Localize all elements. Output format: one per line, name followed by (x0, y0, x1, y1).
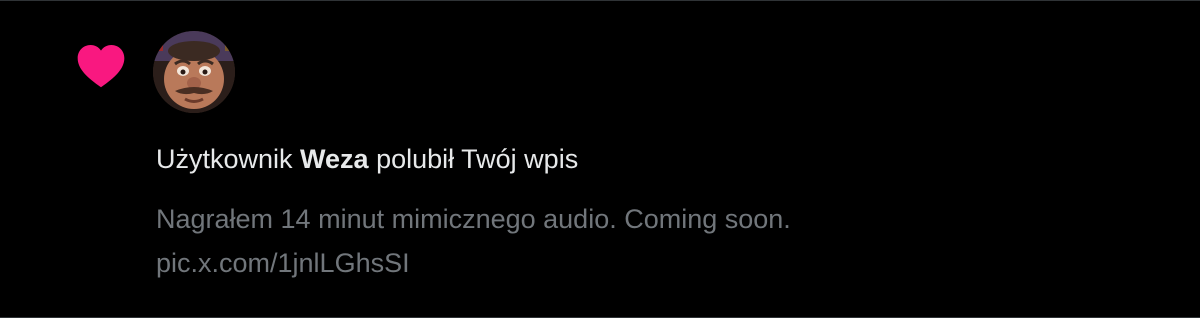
action-prefix: Użytkownik (156, 144, 293, 174)
heart-icon (76, 43, 126, 89)
post-text-line: Nagrałem 14 minut mimicznego audio. Comi… (156, 204, 791, 234)
avatar[interactable] (153, 31, 235, 113)
post-preview[interactable]: Nagrałem 14 minut mimicznego audio. Comi… (156, 197, 1136, 285)
action-suffix: polubił Twój wpis (376, 144, 579, 174)
notification-title: Użytkownik Weza polubił Twój wpis (156, 141, 578, 177)
like-notification[interactable]: Użytkownik Weza polubił Twój wpis Nagrał… (0, 0, 1200, 318)
post-link[interactable]: pic.x.com/1jnlLGhsSI (156, 241, 1136, 285)
username-link[interactable]: Weza (300, 144, 369, 174)
